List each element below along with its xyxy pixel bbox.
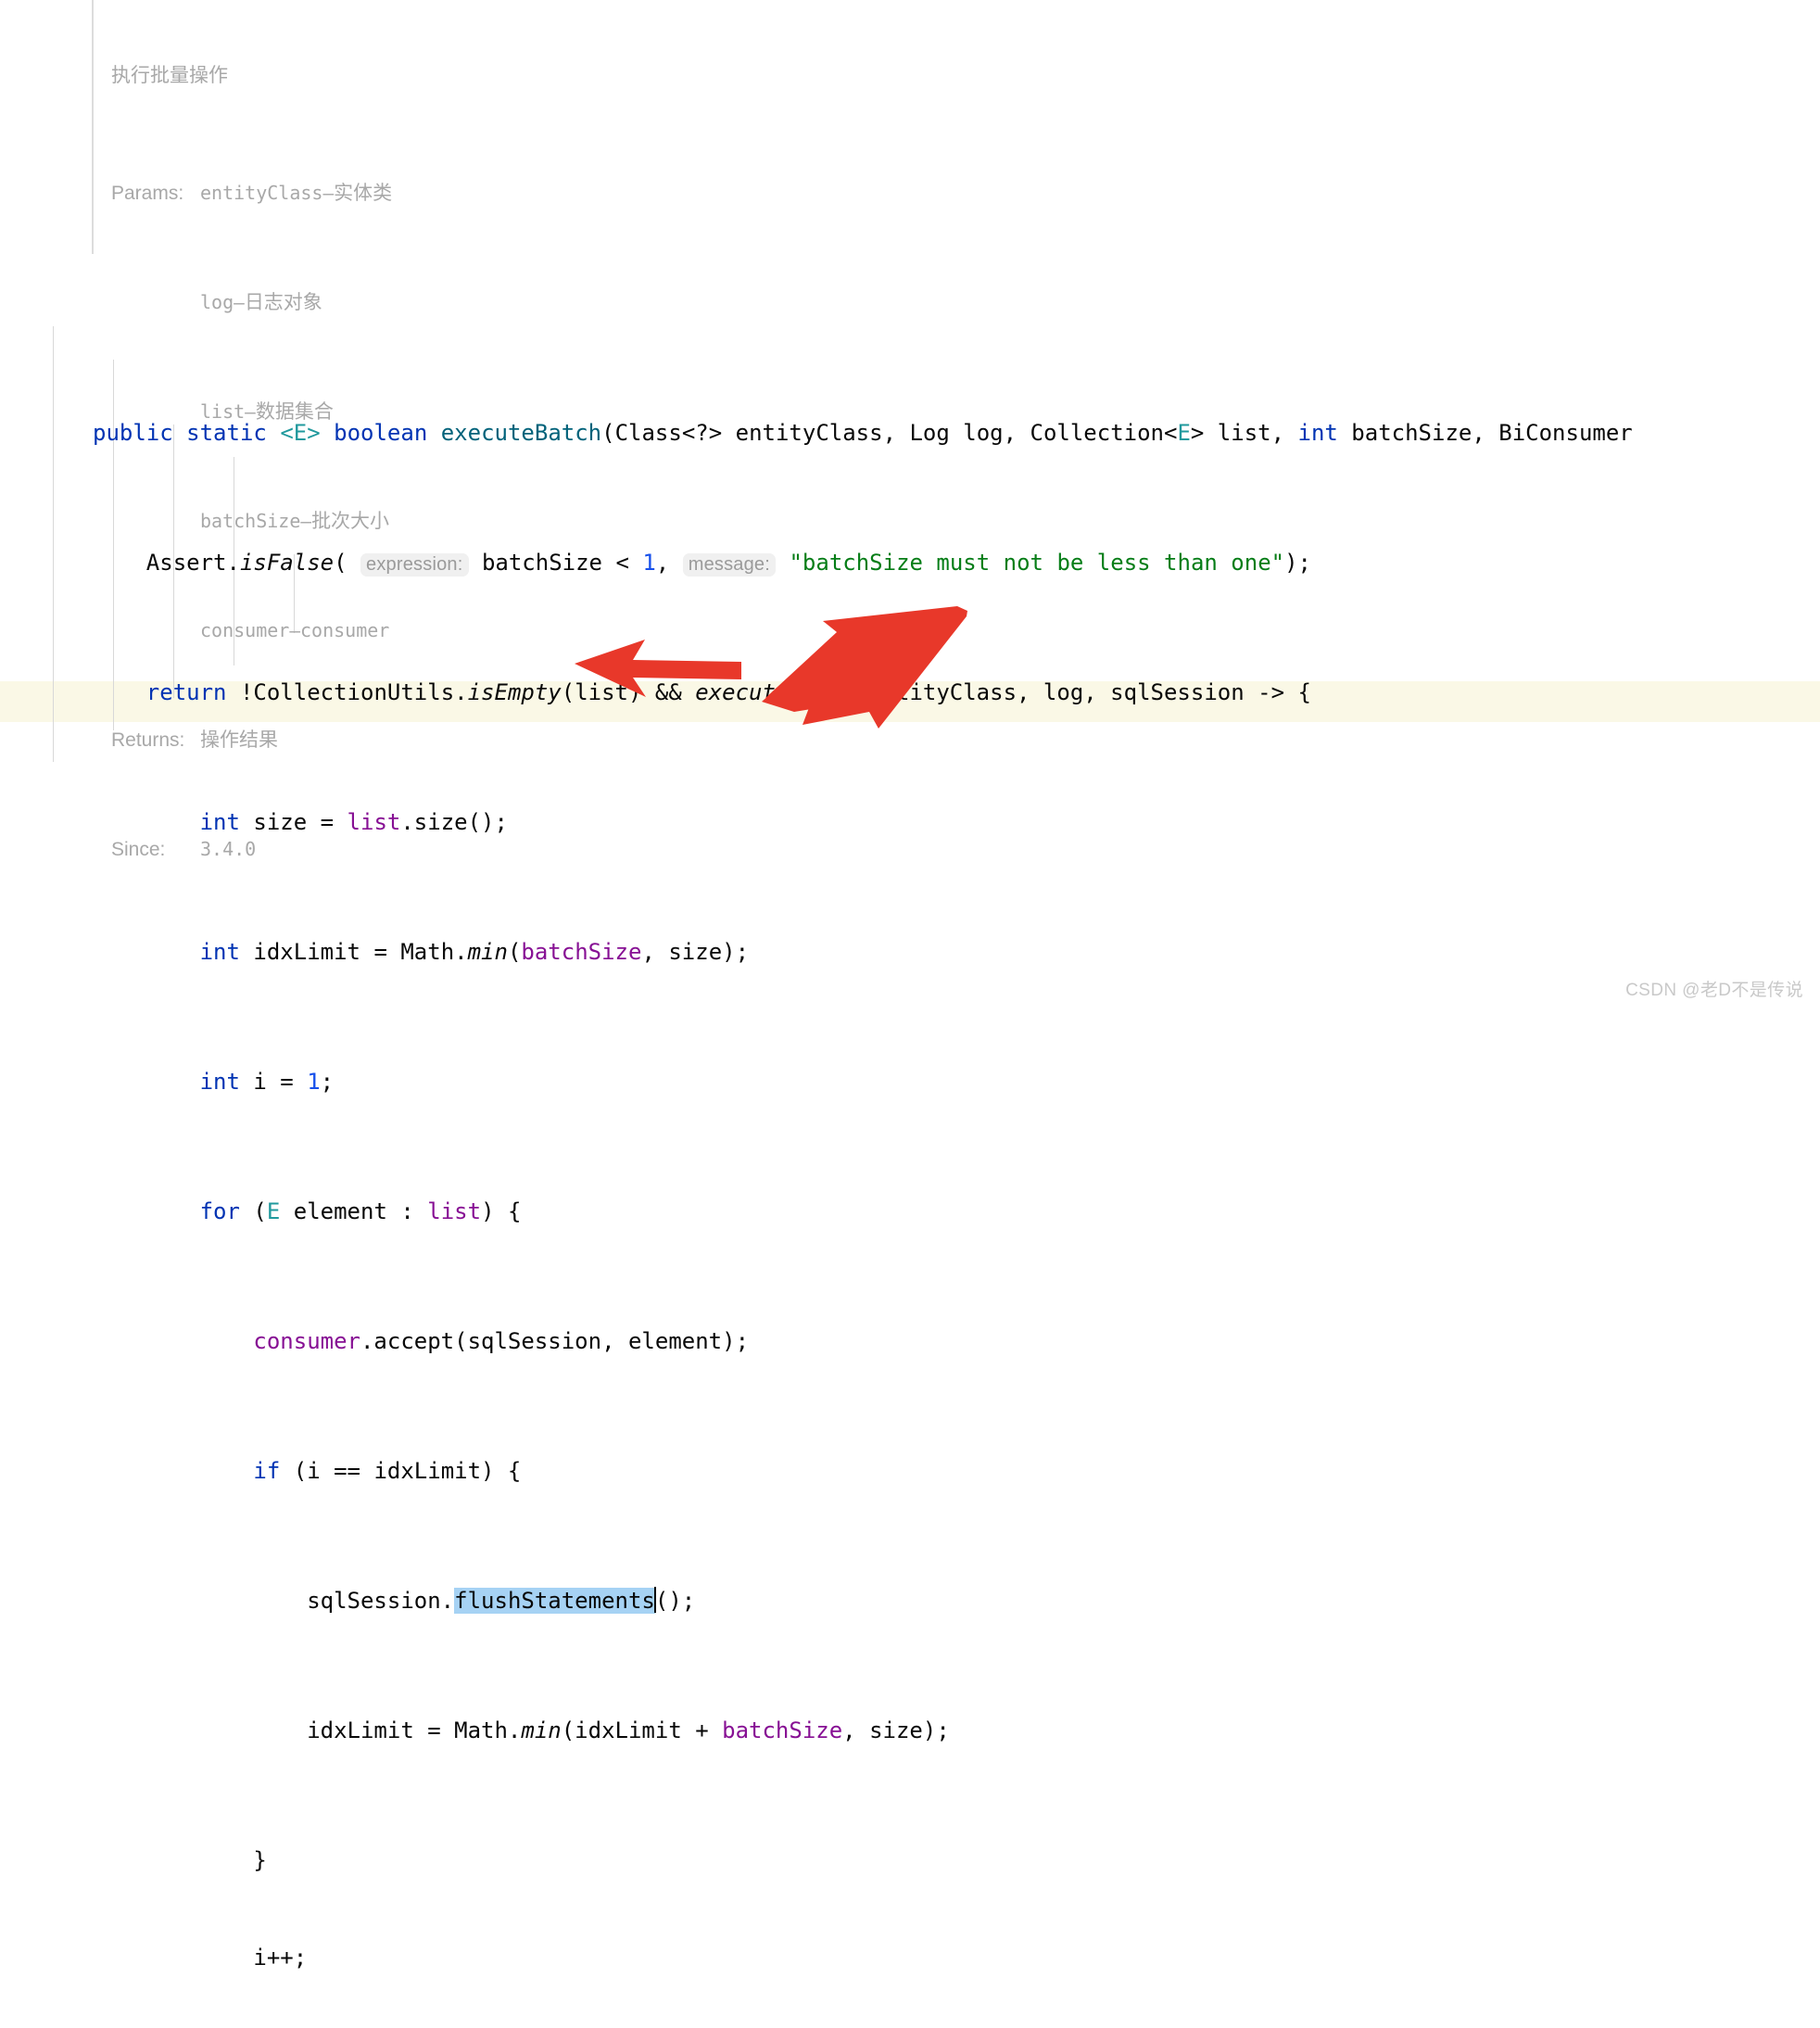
assert-string-literal: "batchSize must not be less than one"	[789, 550, 1285, 576]
type-parameter: <E>	[280, 420, 321, 446]
javadoc-params-row-1: log–日志对象	[111, 289, 392, 317]
csdn-watermark: CSDN @老D不是传说	[1625, 981, 1803, 1000]
kw-for: for	[199, 1198, 240, 1224]
kw-int-size: int	[199, 809, 240, 835]
i-mid: i =	[239, 1069, 308, 1095]
for-mid: (	[239, 1198, 267, 1224]
param-list-ref-1: list	[347, 809, 401, 835]
idx-tail: , size);	[641, 939, 750, 965]
code-line-size[interactable]: int size = list.size();	[93, 806, 1633, 839]
size-indent	[93, 809, 200, 835]
idx-indent	[93, 939, 200, 965]
kw-if: if	[253, 1458, 281, 1484]
assert-indent	[93, 550, 146, 576]
sig-open-paren: (	[601, 420, 615, 446]
assert-open: (	[334, 550, 361, 576]
code-line-return[interactable]: return !CollectionUtils.isEmpty(list) &&…	[93, 677, 1633, 709]
javadoc-params-label: Params:	[111, 183, 184, 204]
code-line-assert[interactable]: Assert.isFalse( expression: batchSize < …	[93, 547, 1633, 579]
javadoc-summary: 执行批量操作	[111, 65, 228, 86]
sig-params-3: batchSize, BiConsumer	[1337, 420, 1633, 446]
sig-type-e: E	[1177, 420, 1191, 446]
inlay-hint-message: message:	[682, 553, 777, 577]
static-call-math-min-1: min	[467, 939, 508, 965]
javadoc-param-desc-1: 日志对象	[244, 292, 322, 313]
code-line-signature[interactable]: public static <E> boolean executeBatch(C…	[93, 417, 1633, 450]
for-indent	[93, 1198, 200, 1224]
assert-comma: ,	[655, 550, 683, 576]
param-batchsize-ref-1: batchSize	[521, 939, 642, 965]
return-text-2: (list) &&	[561, 679, 696, 705]
javadoc-rail	[92, 0, 94, 254]
size-tail: .size();	[400, 809, 508, 835]
assert-expr-number: 1	[642, 550, 656, 576]
for-type-e: E	[266, 1198, 281, 1224]
code-block[interactable]: public static <E> boolean executeBatch(C…	[93, 320, 1633, 2028]
kw-int-sig: int	[1297, 420, 1338, 446]
javadoc-params-row-0: Params: entityClass–实体类	[111, 180, 392, 208]
javadoc-param-name-1: log	[200, 291, 234, 313]
size-mid: size =	[239, 809, 348, 835]
if-tail: (i == idxLimit) {	[280, 1458, 522, 1484]
kw-boolean: boolean	[334, 420, 428, 446]
kw-return: return	[145, 679, 227, 705]
indent-guide-1	[53, 326, 54, 762]
kw-public: public	[93, 420, 173, 446]
flush-suffix: ();	[654, 1588, 696, 1614]
javadoc-param-name-0: entityClass	[200, 182, 323, 204]
javadoc-param-dash-1: –	[234, 292, 245, 313]
code-editor[interactable]: 执行批量操作 Params: entityClass–实体类 log–日志对象 l…	[0, 0, 1820, 1971]
consumer-tail: .accept(sqlSession, element);	[360, 1328, 750, 1354]
code-line-consumer-accept[interactable]: consumer.accept(sqlSession, element);	[93, 1325, 1633, 1358]
i-indent	[93, 1069, 200, 1095]
code-line-close-if[interactable]: }	[93, 1844, 1633, 1877]
idx2-pre: idxLimit = Math.	[307, 1717, 522, 1743]
kw-int-idxlimit: int	[199, 939, 240, 965]
code-line-for[interactable]: for (E element : list) {	[93, 1196, 1633, 1228]
code-line-increment[interactable]: i++;	[93, 1942, 1633, 1974]
idx2-tail: , size);	[842, 1717, 950, 1743]
param-list-ref-2: list	[427, 1198, 482, 1224]
return-indent	[93, 679, 146, 705]
javadoc-param-dash-0: –	[322, 183, 335, 204]
static-call-isempty: isEmpty	[467, 679, 562, 705]
return-text-3: (entityClass, log, sqlSession -> {	[855, 679, 1311, 705]
for-mid-2: element :	[280, 1198, 428, 1224]
assert-method-isfalse: isFalse	[239, 550, 335, 576]
static-call-math-min-2: min	[521, 1717, 562, 1743]
javadoc-param-desc-0: 实体类	[334, 183, 393, 204]
idx2-indent	[93, 1717, 307, 1743]
method-name-executebatch: executeBatch	[440, 420, 602, 446]
code-line-idxlimit-init[interactable]: int idxLimit = Math.min(batchSize, size)…	[93, 936, 1633, 969]
param-batchsize-ref-2: batchSize	[722, 1717, 843, 1743]
kw-int-i: int	[199, 1069, 240, 1095]
code-line-i-init[interactable]: int i = 1;	[93, 1066, 1633, 1098]
selected-text-flushstatements[interactable]: flushStatements	[454, 1588, 655, 1614]
idx2-mid: (idxLimit +	[561, 1717, 723, 1743]
flush-prefix: sqlSession.	[307, 1588, 455, 1614]
assert-expr-lhs: batchSize <	[468, 550, 643, 576]
idx-open: (	[507, 939, 522, 965]
assert-receiver: Assert.	[145, 550, 240, 576]
static-call-executebatch: executeBatch	[695, 679, 856, 705]
kw-static: static	[186, 420, 267, 446]
sig-params-2: > list,	[1190, 420, 1298, 446]
i-number: 1	[307, 1069, 321, 1095]
for-tail: ) {	[481, 1198, 522, 1224]
code-line-if[interactable]: if (i == idxLimit) {	[93, 1455, 1633, 1488]
sig-params-1: Class<?> entityClass, Log log, Collectio…	[614, 420, 1178, 446]
code-line-idxlimit-update[interactable]: idxLimit = Math.min(idxLimit + batchSize…	[93, 1715, 1633, 1747]
i-tail: ;	[320, 1069, 335, 1095]
param-consumer-ref: consumer	[253, 1328, 360, 1354]
code-line-flushstatements[interactable]: sqlSession.flushStatements();	[93, 1585, 1633, 1617]
inlay-hint-expression: expression:	[360, 553, 469, 577]
return-text-1: !CollectionUtils.	[226, 679, 468, 705]
if-indent	[93, 1458, 253, 1484]
flush-indent	[93, 1588, 307, 1614]
idx-mid: idxLimit = Math.	[239, 939, 468, 965]
consumer-indent	[93, 1328, 253, 1354]
assert-close: );	[1284, 550, 1311, 576]
